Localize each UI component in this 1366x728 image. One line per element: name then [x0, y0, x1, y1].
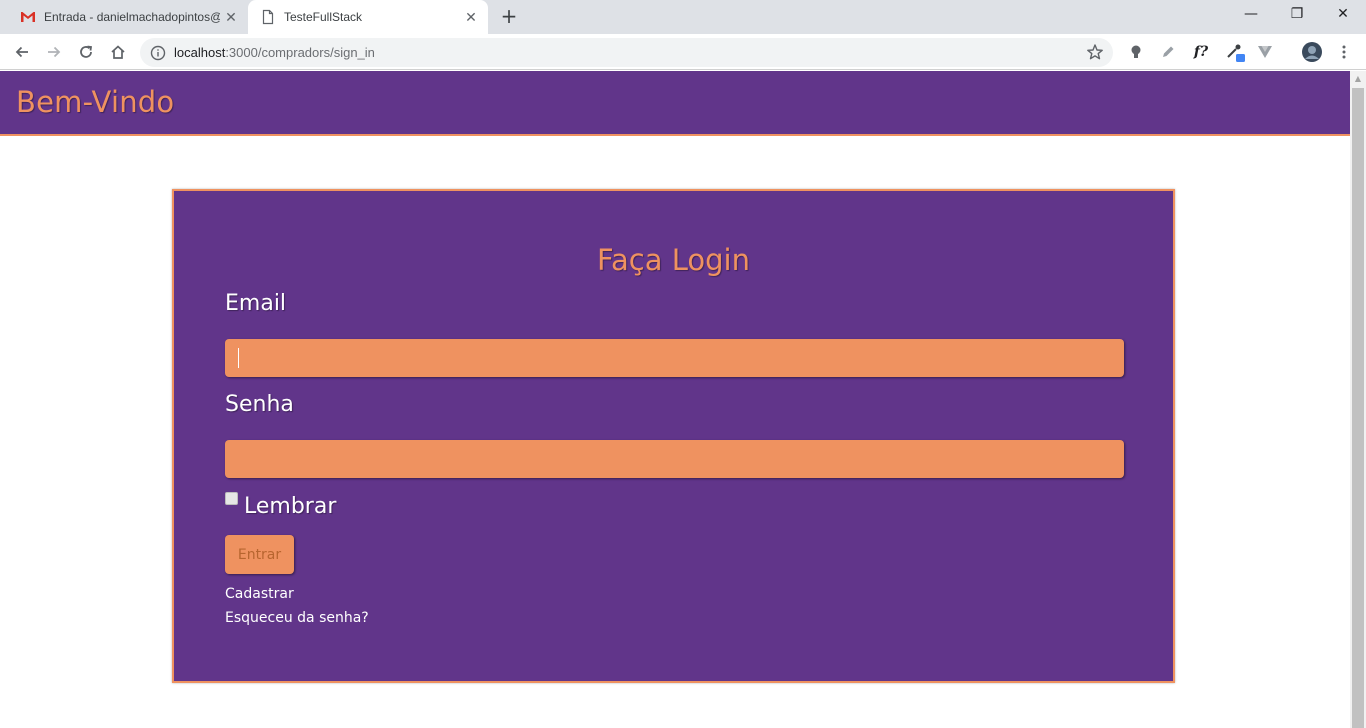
close-tab-icon[interactable]: ✕ [222, 8, 240, 26]
remember-checkbox[interactable] [225, 492, 238, 505]
password-field[interactable] [225, 440, 1124, 478]
url-text: localhost:3000/compradors/sign_in [174, 45, 375, 60]
maximize-button[interactable]: ❐ [1274, 0, 1320, 30]
new-tab-button[interactable]: + [497, 5, 521, 29]
text-caret [238, 348, 239, 368]
login-card: Faça Login Email Senha Lembrar Entrar Ca… [172, 189, 1175, 683]
forward-arrow-icon [48, 46, 61, 58]
back-arrow-icon [15, 46, 28, 58]
login-submit-button[interactable]: Entrar [225, 535, 294, 574]
email-field-wrapper [225, 339, 1124, 377]
forgot-password-link[interactable]: Esqueceu da senha? [225, 610, 369, 626]
brand-title[interactable]: Bem-Vindo [16, 85, 174, 119]
forward-button[interactable] [42, 40, 66, 64]
url-path: :3000/compradors/sign_in [225, 45, 375, 60]
reload-button[interactable] [74, 40, 98, 64]
home-icon [111, 45, 125, 59]
login-title: Faça Login [597, 243, 750, 277]
page-icon [260, 9, 276, 25]
back-button[interactable] [10, 40, 34, 64]
vue-extension-icon[interactable] [1255, 42, 1275, 62]
email-field[interactable] [225, 339, 1124, 377]
email-label: Email [225, 291, 287, 316]
tab-gmail[interactable]: Entrada - danielmachadopintos@ ✕ [8, 0, 248, 34]
close-window-button[interactable]: ✕ [1320, 0, 1366, 30]
gmail-icon [20, 9, 36, 25]
page-viewport: Bem-Vindo Faça Login Email Senha Lembrar… [0, 71, 1366, 728]
home-button[interactable] [106, 40, 130, 64]
remember-label: Lembrar [244, 494, 337, 519]
pen-extension-icon[interactable] [1158, 42, 1178, 62]
browser-tab-strip: Entrada - danielmachadopintos@ ✕ TesteFu… [0, 0, 1366, 34]
signup-link[interactable]: Cadastrar [225, 586, 294, 602]
address-bar[interactable]: localhost:3000/compradors/sign_in [140, 38, 1113, 67]
tab-testefullstack[interactable]: TesteFullStack ✕ [248, 0, 488, 34]
close-tab-icon[interactable]: ✕ [462, 8, 480, 26]
eyedropper-extension-icon[interactable] [1225, 42, 1245, 62]
vertical-scrollbar[interactable]: ▲ [1350, 71, 1366, 728]
info-icon[interactable] [150, 45, 166, 61]
site-navbar: Bem-Vindo [0, 71, 1350, 136]
bookmark-star-icon[interactable] [1086, 43, 1104, 61]
chrome-menu-icon[interactable] [1334, 42, 1354, 62]
minimize-button[interactable]: — [1228, 0, 1274, 30]
profile-avatar[interactable] [1301, 41, 1323, 63]
url-host: localhost [174, 45, 226, 60]
reload-icon [80, 45, 93, 58]
formula-extension-icon[interactable]: f? [1191, 42, 1211, 62]
scroll-thumb[interactable] [1352, 88, 1364, 728]
tab-title: Entrada - danielmachadopintos@ [44, 10, 220, 24]
password-label: Senha [225, 392, 294, 417]
browser-toolbar: localhost:3000/compradors/sign_in f? [0, 34, 1366, 70]
scroll-up-arrow-icon[interactable]: ▲ [1350, 71, 1366, 87]
tab-title: TesteFullStack [284, 10, 363, 24]
lightbulb-extension-icon[interactable] [1126, 42, 1146, 62]
